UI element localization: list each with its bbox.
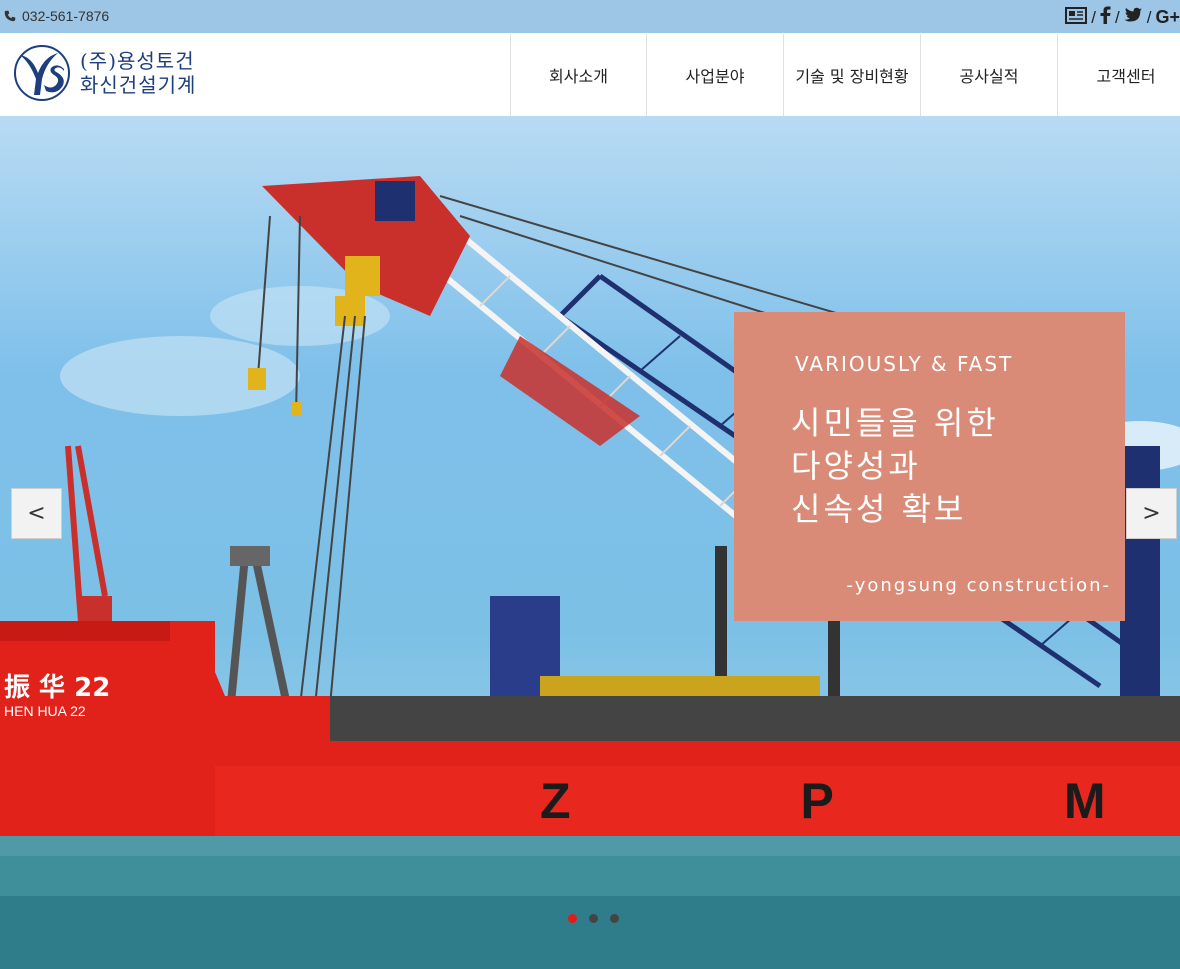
slide-caption: VARIOUSLY & FAST 시민들을 위한 다양성과 신속성 확보 -yo…: [734, 312, 1125, 621]
news-icon[interactable]: [1065, 6, 1088, 29]
next-slide-button[interactable]: >: [1126, 488, 1177, 539]
nav-item-equipment[interactable]: 기술 및 장비현황: [783, 34, 920, 116]
caption-title-line: 신속성 확보: [791, 490, 967, 528]
twitter-icon[interactable]: [1124, 7, 1143, 28]
hero-slider: 振 华 22 HEN HUA 22 ZPM VARIOUSLY & FAST 시…: [0, 116, 1180, 969]
separator: /: [1115, 7, 1120, 27]
prev-slide-button[interactable]: <: [11, 488, 62, 539]
site-header: (주)용성토건 화신건설기계 회사소개 사업분야 기술 및 장비현황 공사실적 …: [0, 34, 1180, 117]
slide-dot-3[interactable]: [610, 914, 619, 923]
site-logo[interactable]: (주)용성토건 화신건설기계: [14, 45, 196, 101]
phone-number: 032-561-7876: [22, 8, 110, 24]
ship-name-en: HEN HUA 22: [4, 703, 86, 719]
nav-item-business[interactable]: 사업분야: [646, 34, 783, 116]
logo-line1: (주)용성토건: [80, 49, 195, 73]
slide-dot-2[interactable]: [589, 914, 598, 923]
hull-lettering: ZPM: [540, 773, 1180, 829]
caption-title: 시민들을 위한 다양성과 신속성 확보: [791, 402, 999, 531]
top-bar: 032-561-7876 / / / G+: [0, 0, 1180, 33]
phone-info: 032-561-7876: [4, 8, 109, 24]
nav-item-support[interactable]: 고객센터: [1057, 34, 1180, 116]
google-icon[interactable]: G+: [1155, 7, 1180, 28]
caption-subtitle: VARIOUSLY & FAST: [795, 352, 1014, 376]
caption-title-line: 다양성과: [791, 447, 921, 485]
nav-item-projects[interactable]: 공사실적: [920, 34, 1057, 116]
phone-icon: [4, 10, 16, 22]
nav-item-company[interactable]: 회사소개: [510, 34, 646, 116]
caption-title-line: 시민들을 위한: [791, 404, 999, 442]
slide-indicators: [568, 914, 619, 923]
separator: /: [1146, 7, 1152, 27]
ys-logo-icon: [14, 45, 70, 101]
facebook-icon[interactable]: [1100, 6, 1111, 29]
logo-text: (주)용성토건 화신건설기계: [80, 49, 196, 97]
separator: /: [1091, 7, 1097, 27]
main-nav: 회사소개 사업분야 기술 및 장비현황 공사실적 고객센터: [510, 34, 1180, 116]
ship-name-cn: 振 华 22: [4, 672, 110, 703]
caption-footer: -yongsung construction-: [846, 575, 1111, 596]
social-links: / / / G+: [1065, 6, 1180, 29]
logo-line2: 화신건설기계: [80, 73, 197, 97]
slide-dot-1[interactable]: [568, 914, 577, 923]
